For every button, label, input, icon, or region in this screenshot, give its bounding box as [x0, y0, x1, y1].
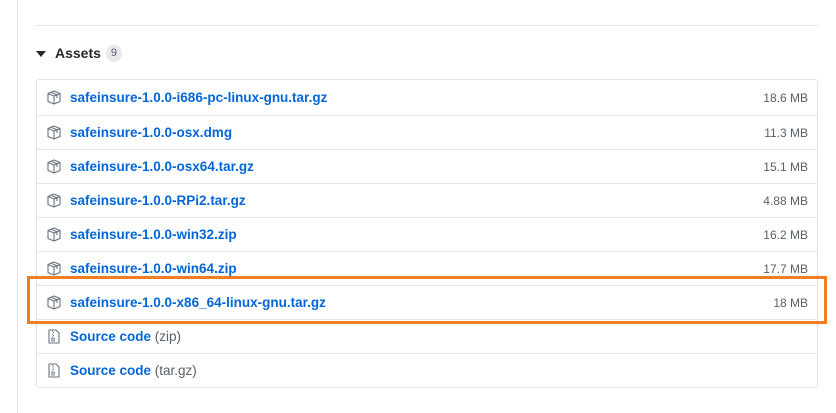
asset-row: safeinsure-1.0.0-i686-pc-linux-gnu.tar.g…: [37, 80, 817, 115]
source-format: (tar.gz): [154, 363, 197, 378]
package-icon: [46, 90, 62, 106]
asset-download-link[interactable]: safeinsure-1.0.0-x86_64-linux-gnu.tar.gz: [70, 295, 326, 310]
asset-size: 18.6 MB: [763, 90, 808, 105]
asset-size: 17.7 MB: [763, 261, 808, 276]
package-icon: [46, 125, 62, 141]
caret-down-icon: [36, 50, 46, 57]
package-icon: [46, 261, 62, 277]
asset-row: safeinsure-1.0.0-win32.zip 16.2 MB: [37, 217, 817, 251]
file-zip-icon: [46, 363, 62, 379]
package-icon: [46, 295, 62, 311]
asset-row: safeinsure-1.0.0-osx64.tar.gz 15.1 MB: [37, 149, 817, 183]
asset-download-link[interactable]: safeinsure-1.0.0-win64.zip: [70, 261, 237, 276]
package-icon: [46, 193, 62, 209]
assets-title: Assets: [55, 45, 101, 61]
asset-row: safeinsure-1.0.0-osx.dmg 11.3 MB: [37, 115, 817, 149]
package-icon: [46, 227, 62, 243]
section-divider: [36, 25, 818, 26]
release-assets-page: Assets 9 safeinsure-1.0.0-i686-pc-linux-…: [0, 0, 836, 413]
source-row: Source code (tar.gz): [37, 353, 817, 387]
asset-row: safeinsure-1.0.0-win64.zip 17.7 MB: [37, 251, 817, 285]
assets-count-badge: 9: [105, 44, 122, 62]
asset-row: safeinsure-1.0.0-x86_64-linux-gnu.tar.gz…: [37, 285, 817, 319]
assets-toggle[interactable]: Assets 9: [36, 43, 122, 63]
asset-download-link[interactable]: safeinsure-1.0.0-osx64.tar.gz: [70, 159, 254, 174]
asset-size: 11.3 MB: [764, 125, 808, 140]
file-zip-icon: [46, 329, 62, 345]
source-label: Source code: [70, 363, 152, 378]
package-icon: [46, 159, 62, 175]
asset-size: 15.1 MB: [763, 159, 808, 174]
asset-download-link[interactable]: safeinsure-1.0.0-win32.zip: [70, 227, 237, 242]
asset-size: 4.88 MB: [763, 193, 808, 208]
source-format: (zip): [154, 329, 182, 344]
asset-size: 16.2 MB: [763, 227, 808, 242]
asset-list: safeinsure-1.0.0-i686-pc-linux-gnu.tar.g…: [36, 79, 818, 388]
timeline-rule: [17, 0, 18, 413]
asset-size: 18 MB: [773, 295, 808, 310]
asset-download-link[interactable]: safeinsure-1.0.0-i686-pc-linux-gnu.tar.g…: [70, 90, 327, 105]
asset-row: safeinsure-1.0.0-RPi2.tar.gz 4.88 MB: [37, 183, 817, 217]
source-code-targz-link[interactable]: Source code (tar.gz): [70, 363, 197, 378]
source-row: Source code (zip): [37, 319, 817, 353]
asset-download-link[interactable]: safeinsure-1.0.0-RPi2.tar.gz: [70, 193, 246, 208]
asset-download-link[interactable]: safeinsure-1.0.0-osx.dmg: [70, 125, 232, 140]
source-code-zip-link[interactable]: Source code (zip): [70, 329, 181, 344]
source-label: Source code: [70, 329, 152, 344]
